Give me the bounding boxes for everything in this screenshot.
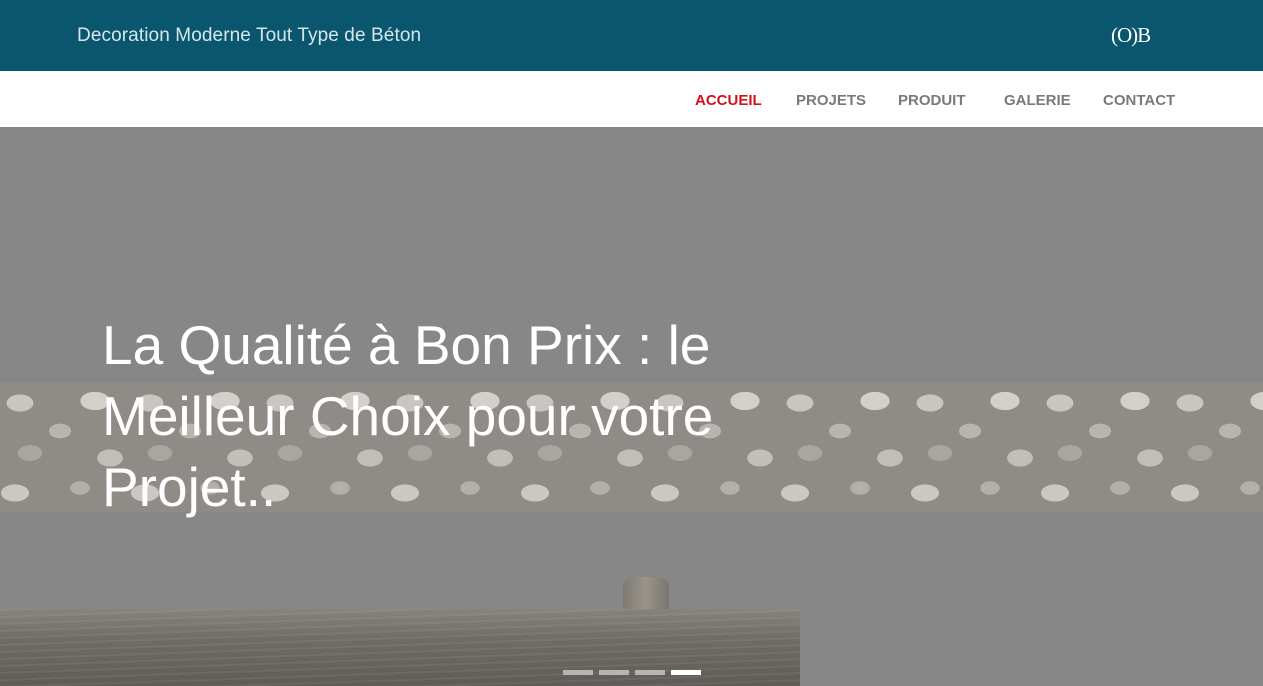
- slider-dot-2[interactable]: [599, 670, 629, 675]
- hero-headline: La Qualité à Bon Prix : le Meilleur Choi…: [102, 314, 714, 518]
- nav-item-produit[interactable]: PRODUIT: [898, 92, 966, 109]
- nav-item-contact[interactable]: CONTACT: [1103, 92, 1175, 109]
- slider-dot-4[interactable]: [671, 670, 701, 675]
- nav-item-accueil[interactable]: ACCUEIL: [695, 92, 762, 109]
- nav-item-projets[interactable]: PROJETS: [796, 92, 866, 109]
- main-navigation: ACCUEIL PROJETS PRODUIT GALERIE CONTACT: [0, 71, 1263, 127]
- slider-dot-1[interactable]: [563, 670, 593, 675]
- slider-dot-3[interactable]: [635, 670, 665, 675]
- wood-peg-image: [623, 577, 669, 613]
- nav-item-galerie[interactable]: GALERIE: [1004, 92, 1071, 109]
- top-header-bar: Decoration Moderne Tout Type de Béton (O…: [0, 0, 1263, 71]
- hero-slider: La Qualité à Bon Prix : le Meilleur Choi…: [0, 127, 1263, 686]
- site-logo[interactable]: (O)B: [1111, 23, 1151, 48]
- site-tagline: Decoration Moderne Tout Type de Béton: [77, 25, 422, 46]
